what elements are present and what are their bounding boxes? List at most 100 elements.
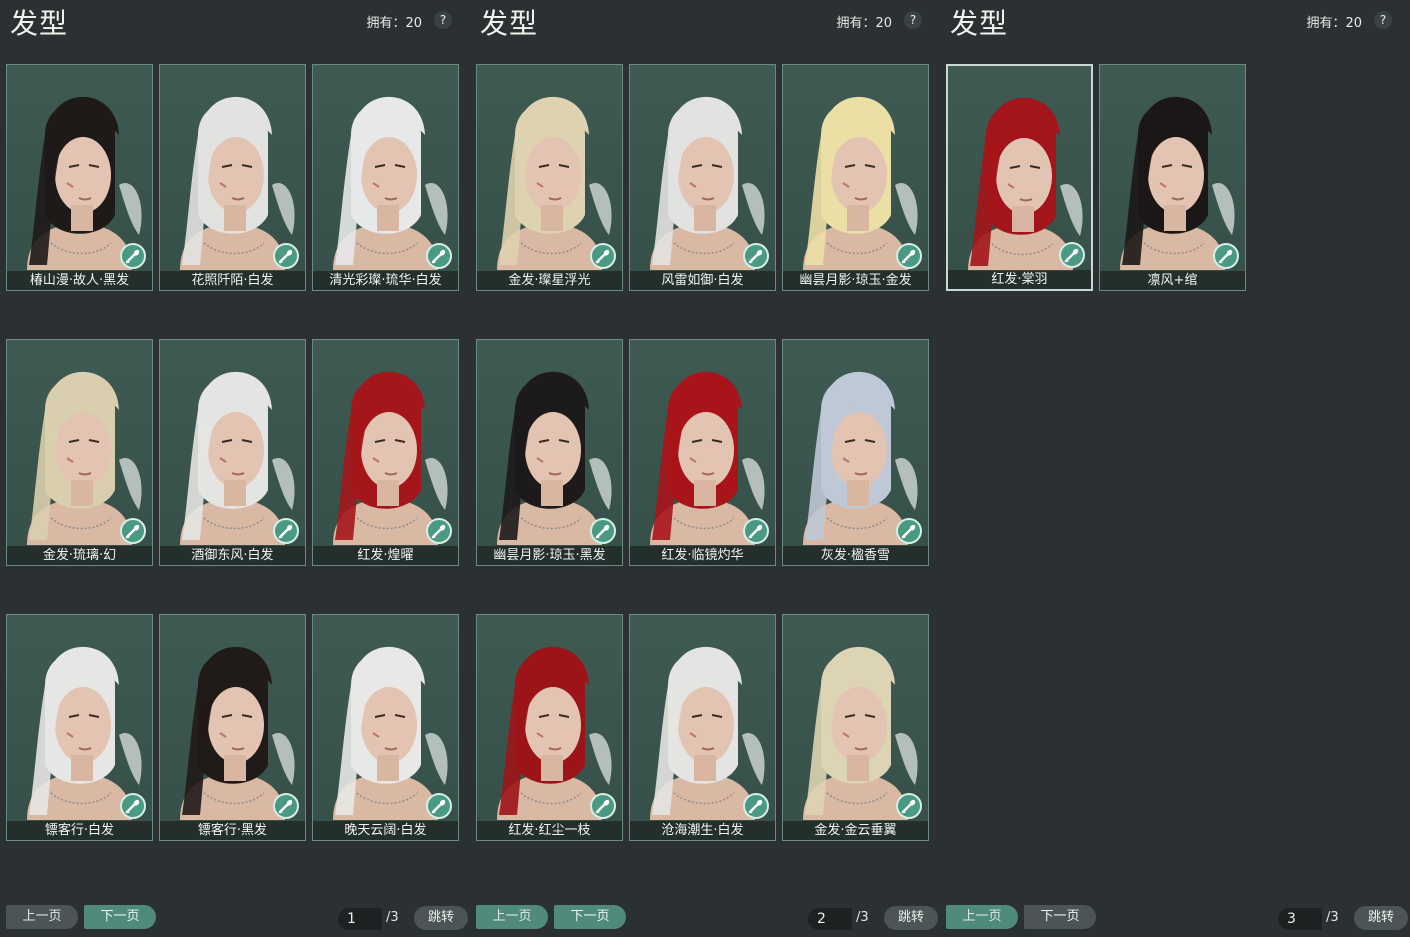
- hairstyle-preview-image: [630, 340, 775, 545]
- hairstyle-name: 凛风+绾: [1100, 271, 1245, 290]
- hairstyle-name: 沧海潮生·白发: [630, 821, 775, 840]
- hairstyle-preview-image: [630, 65, 775, 270]
- next-page-button[interactable]: 下一页: [1024, 905, 1096, 929]
- hairstyle-card[interactable]: 镖客行·白发: [6, 614, 153, 841]
- dye-brush-icon[interactable]: [273, 518, 299, 544]
- hairstyle-card[interactable]: 酒御东风·白发: [159, 339, 306, 566]
- hairstyle-preview-image: [948, 66, 1091, 271]
- hairstyle-preview-image: [477, 65, 622, 270]
- owned-count: 拥有：20: [366, 16, 422, 31]
- hairstyle-preview-image: [7, 65, 152, 270]
- hairstyle-name: 幽昙月影·琼玉·黑发: [477, 546, 622, 565]
- hairstyle-card[interactable]: 金发·璨星浮光: [476, 64, 623, 291]
- hairstyle-card[interactable]: 清光彩璨·琉华·白发: [312, 64, 459, 291]
- dye-brush-icon[interactable]: [590, 793, 616, 819]
- hairstyle-name: 风雷如御·白发: [630, 271, 775, 290]
- jump-button[interactable]: 跳转: [884, 906, 938, 930]
- hairstyle-name: 晚天云阔·白发: [313, 821, 458, 840]
- dye-brush-icon[interactable]: [896, 518, 922, 544]
- owned-count: 拥有：20: [836, 16, 892, 31]
- panel-title: 发型: [10, 7, 69, 40]
- next-page-button[interactable]: 下一页: [554, 905, 626, 929]
- hairstyle-preview-image: [630, 615, 775, 820]
- dye-brush-icon[interactable]: [896, 243, 922, 269]
- hairstyle-preview-image: [477, 340, 622, 545]
- pagination: 上一页 下一页 1/3 跳转: [6, 905, 468, 931]
- next-page-button[interactable]: 下一页: [84, 905, 156, 929]
- jump-button[interactable]: 跳转: [1354, 906, 1408, 930]
- page-total: /3: [386, 910, 399, 925]
- hairstyle-card[interactable]: 金发·金云垂翼: [782, 614, 929, 841]
- prev-page-button[interactable]: 上一页: [476, 905, 548, 929]
- hairstyle-name: 红发·棠羽: [948, 270, 1091, 289]
- hairstyle-card[interactable]: 花照阡陌·白发: [159, 64, 306, 291]
- hairstyle-preview-image: [7, 340, 152, 545]
- hairstyle-card[interactable]: 晚天云阔·白发: [312, 614, 459, 841]
- dye-brush-icon[interactable]: [120, 518, 146, 544]
- page-number-input[interactable]: 3: [1278, 908, 1322, 930]
- dye-brush-icon[interactable]: [120, 243, 146, 269]
- hairstyle-card[interactable]: 镖客行·黑发: [159, 614, 306, 841]
- hairstyle-name: 幽昙月影·琼玉·金发: [783, 271, 928, 290]
- page-number-input[interactable]: 2: [808, 908, 852, 930]
- dye-brush-icon[interactable]: [426, 243, 452, 269]
- page-total: /3: [856, 910, 869, 925]
- hairstyle-preview-image: [1100, 65, 1245, 270]
- hairstyle-card[interactable]: 红发·临镜灼华: [629, 339, 776, 566]
- page-total: /3: [1326, 910, 1339, 925]
- hairstyle-preview-image: [160, 340, 305, 545]
- hairstyle-card[interactable]: 红发·红尘一枝: [476, 614, 623, 841]
- dye-brush-icon[interactable]: [896, 793, 922, 819]
- hairstyle-card[interactable]: 椿山漫·故人·黑发: [6, 64, 153, 291]
- hairstyle-preview-image: [160, 615, 305, 820]
- hairstyle-name: 红发·临镜灼华: [630, 546, 775, 565]
- hairstyle-preview-image: [313, 340, 458, 545]
- hairstyle-preview-image: [783, 340, 928, 545]
- hairstyle-card[interactable]: 幽昙月影·琼玉·黑发: [476, 339, 623, 566]
- owned-count: 拥有：20: [1306, 16, 1362, 31]
- help-icon[interactable]: ?: [434, 11, 452, 29]
- hairstyle-name: 金发·琉璃·幻: [7, 546, 152, 565]
- hairstyle-card[interactable]: 红发·煌曜: [312, 339, 459, 566]
- prev-page-button[interactable]: 上一页: [946, 905, 1018, 929]
- hairstyle-name: 花照阡陌·白发: [160, 271, 305, 290]
- dye-brush-icon[interactable]: [426, 793, 452, 819]
- hairstyle-card[interactable]: 凛风+绾: [1099, 64, 1246, 291]
- help-icon[interactable]: ?: [904, 11, 922, 29]
- jump-button[interactable]: 跳转: [414, 906, 468, 930]
- hairstyle-name: 金发·金云垂翼: [783, 821, 928, 840]
- dye-brush-icon[interactable]: [426, 518, 452, 544]
- hairstyle-preview-image: [313, 65, 458, 270]
- dye-brush-icon[interactable]: [1213, 243, 1239, 269]
- dye-brush-icon[interactable]: [590, 243, 616, 269]
- hairstyle-card[interactable]: 灰发·楹香雪: [782, 339, 929, 566]
- hairstyle-card[interactable]: 幽昙月影·琼玉·金发: [782, 64, 929, 291]
- hairstyle-preview-image: [477, 615, 622, 820]
- hairstyle-card[interactable]: 沧海潮生·白发: [629, 614, 776, 841]
- hairstyle-preview-image: [160, 65, 305, 270]
- dye-brush-icon[interactable]: [1059, 242, 1085, 268]
- dye-brush-icon[interactable]: [273, 793, 299, 819]
- page-number-input[interactable]: 1: [338, 908, 382, 930]
- prev-page-button[interactable]: 上一页: [6, 905, 78, 929]
- pagination: 上一页 下一页 2/3 跳转: [476, 905, 938, 931]
- hairstyle-panel: 发型 拥有：20? 金发·璨星浮光 风雷如御·白发 幽昙月影·琼玉·金发幽昙月影·琼玉·…: [470, 0, 940, 937]
- hairstyle-name: 红发·红尘一枝: [477, 821, 622, 840]
- hairstyle-card[interactable]: 风雷如御·白发: [629, 64, 776, 291]
- pagination: 上一页 下一页 3/3 跳转: [946, 905, 1408, 931]
- hairstyle-panel: 发型 拥有：20? 椿山漫·故人·黑发 花照阡陌·白发 清光彩璨·琉华·白发金发·琉璃·…: [0, 0, 470, 937]
- hairstyle-name: 镖客行·黑发: [160, 821, 305, 840]
- dye-brush-icon[interactable]: [273, 243, 299, 269]
- hairstyle-name: 红发·煌曜: [313, 546, 458, 565]
- panel-title: 发型: [480, 7, 539, 40]
- dye-brush-icon[interactable]: [743, 518, 769, 544]
- help-icon[interactable]: ?: [1374, 11, 1392, 29]
- hairstyle-card[interactable]: 红发·棠羽: [946, 64, 1093, 291]
- dye-brush-icon[interactable]: [590, 518, 616, 544]
- dye-brush-icon[interactable]: [120, 793, 146, 819]
- hairstyle-preview-image: [783, 65, 928, 270]
- hairstyle-card[interactable]: 金发·琉璃·幻: [6, 339, 153, 566]
- dye-brush-icon[interactable]: [743, 793, 769, 819]
- dye-brush-icon[interactable]: [743, 243, 769, 269]
- panel-title: 发型: [950, 7, 1009, 40]
